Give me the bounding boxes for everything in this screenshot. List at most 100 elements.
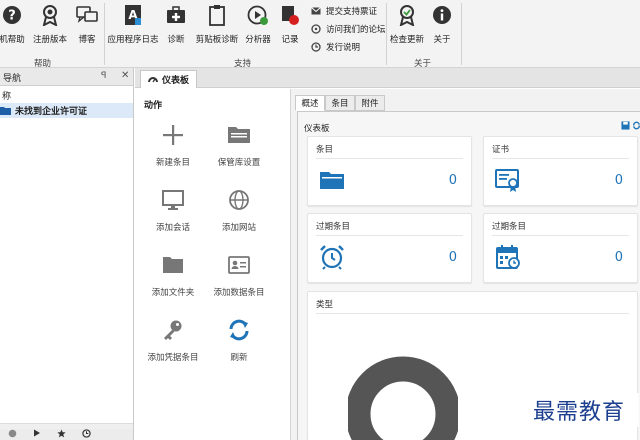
record-button[interactable]: 记录 [278,4,302,45]
ribbon-group-separator [461,3,462,65]
card-divider [316,158,463,159]
add-session-label: 添加会话 [155,223,190,233]
plus-icon [160,122,186,148]
certificate-icon [495,169,519,192]
dashboard-icon [148,76,158,82]
folder-icon [320,172,344,189]
navigation-header: 导航 ꟼ ✕ [0,68,133,86]
new-entry-button[interactable]: 新建条目 [136,122,210,168]
card-title: 证书 [492,145,510,155]
folder-icon [0,107,11,115]
refresh-button[interactable]: 刷新 [202,317,276,363]
tree-item-license[interactable]: 未找到企业许可证 [0,103,133,118]
add-session-button[interactable]: 添加会话 [136,187,210,233]
close-icon[interactable]: ✕ [121,70,129,81]
help-label: 机帮助 [0,35,25,45]
blog-label: 博客 [78,35,96,45]
analyzer-label: 分析器 [245,35,271,45]
refresh-icon[interactable] [632,121,640,130]
history-icon[interactable] [82,428,91,440]
add-folder-label: 添加文件夹 [151,288,195,298]
folder-icon [160,252,186,278]
analyzer-button[interactable]: 分析器 [245,4,271,45]
clipboard-icon [206,4,228,26]
release-notes-link[interactable]: 发行说明 [311,41,360,53]
help-button[interactable]: ? 机帮助 [0,4,26,45]
chat-icon [311,24,321,34]
register-button[interactable]: 注册版本 [32,4,68,45]
analyzer-icon [247,4,269,26]
new-entry-label: 新建条目 [155,158,190,168]
register-label: 注册版本 [32,35,67,45]
check-update-label: 检查更新 [389,35,424,45]
dashboard-title: 仪表板 [304,124,330,134]
key-icon [160,317,186,343]
blog-button[interactable]: 博客 [74,4,100,45]
medical-kit-icon [165,4,187,26]
navigation-toolbar [0,428,133,440]
monitor-icon [160,187,186,213]
clipboard-diagnose-button[interactable]: 剪贴板诊断 [194,4,240,45]
record-icon [279,4,301,26]
name-column-header[interactable]: 称 [0,86,133,103]
expired-entries-card[interactable]: 过期条目 0 [307,213,472,283]
certificates-card[interactable]: 证书 0 [483,136,638,206]
alarm-clock-icon [320,245,344,270]
document-tab-bar: 仪表板 [135,68,640,88]
submit-ticket-link[interactable]: 提交支持票证 [311,5,377,17]
tab-entries[interactable]: 条目 [325,95,355,111]
tab-dashboard[interactable]: 仪表板 [140,70,198,88]
entries-card[interactable]: 条目 0 [307,136,472,206]
add-credential-button[interactable]: 添加凭据条目 [136,317,210,363]
navigation-title: 导航 [3,74,22,84]
clipboard-diagnose-label: 剪贴板诊断 [195,35,239,45]
card-divider [492,235,629,236]
vault-settings-button[interactable]: 保管库设置 [202,122,276,168]
envelope-icon [311,6,321,16]
app-log-label: 应用程序日志 [107,35,159,45]
add-website-label: 添加网站 [221,223,256,233]
award-ribbon-icon [39,4,61,26]
about-label: 关于 [433,35,451,45]
check-update-button[interactable]: 检查更新 [389,4,425,45]
refresh-icon [226,317,252,343]
card-divider [316,313,629,314]
actions-title: 动作 [144,101,163,111]
info-icon [431,4,453,26]
globe-icon [226,187,252,213]
watermark-logo: 最需教育 [519,393,639,427]
folder-settings-icon [226,122,252,148]
app-log-button[interactable]: A 应用程序日志 [107,4,159,45]
navigation-panel: 导航 ꟼ ✕ 称 未找到企业许可证 [0,68,134,440]
tab-attachments[interactable]: 附件 [355,95,385,111]
chat-bubbles-icon [76,4,98,26]
certificates-count: 0 [614,173,623,188]
play-icon[interactable] [33,429,41,440]
expired-entries-count-2: 0 [614,250,623,265]
card-title: 类型 [316,300,334,310]
dashboard-body: 仪表板 条目 0 证书 0 过期条目 0 过期条目 0 类型 [297,111,640,440]
forum-link[interactable]: 访问我们的论坛 [311,23,386,35]
update-badge-icon [396,4,418,26]
about-button[interactable]: 关于 [430,4,454,45]
ribbon-group-separator [386,3,387,65]
save-icon[interactable] [621,121,630,130]
actions-panel: 动作 新建条目 保管库设置 添加会话 添加网站 添加文件夹 添加数据条目 添加凭… [136,89,291,440]
calendar-icon [496,245,520,269]
expired-entries-count: 0 [448,250,457,265]
tab-dashboard-label: 仪表板 [162,76,190,86]
search-circle-icon[interactable] [8,429,17,440]
entries-count: 0 [448,173,457,188]
card-title: 过期条目 [316,222,351,232]
expired-entries-card-2[interactable]: 过期条目 0 [483,213,638,283]
add-credential-label: 添加凭据条目 [147,353,199,363]
add-website-button[interactable]: 添加网站 [202,187,276,233]
star-icon[interactable] [57,428,66,440]
add-data-entry-button[interactable]: 添加数据条目 [202,252,276,298]
card-title: 过期条目 [492,222,527,232]
add-folder-button[interactable]: 添加文件夹 [136,252,210,298]
types-donut-chart [348,356,458,440]
pin-icon[interactable]: ꟼ [101,71,106,81]
tab-overview[interactable]: 概述 [295,95,325,111]
diagnose-button[interactable]: 诊断 [164,4,188,45]
